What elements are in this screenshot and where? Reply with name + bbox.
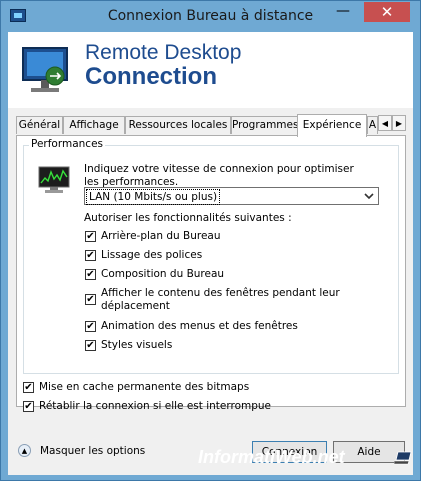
- remote-desktop-monitor-icon: [22, 47, 68, 92]
- features-prompt: Autoriser les fonctionnalités suivantes …: [84, 212, 292, 224]
- rdp-window: Connexion Bureau à distance — ✕ Remote D…: [0, 0, 421, 481]
- tab-ressources-locales[interactable]: Ressources locales: [125, 116, 231, 134]
- banner-title-line2: Connection: [85, 63, 217, 90]
- connection-speed-value: LAN (10 Mbits/s ou plus): [86, 189, 221, 205]
- laptop-icon: [394, 451, 412, 465]
- checkbox-desktop-background[interactable]: ✔: [85, 231, 96, 242]
- chevron-down-icon: [364, 193, 374, 200]
- window-title: Connexion Bureau à distance: [107, 8, 314, 24]
- tab-scroll-left-icon[interactable]: ◀: [378, 115, 392, 131]
- performance-monitor-icon: [38, 166, 70, 193]
- banner-title-line1: Remote Desktop: [85, 41, 242, 64]
- label-reconnect: Rétablir la connexion si elle est interr…: [39, 400, 272, 412]
- checkbox-font-smoothing[interactable]: ✔: [85, 250, 96, 261]
- label-font-smoothing: Lissage des polices: [101, 249, 203, 261]
- performance-group: Performances Indiquez votre vitesse de c…: [23, 138, 399, 374]
- chevron-up-icon[interactable]: ▲: [18, 444, 31, 457]
- checkbox-menu-animation[interactable]: ✔: [85, 321, 96, 332]
- checkbox-reconnect[interactable]: ✔: [23, 401, 34, 412]
- hide-options-link[interactable]: Masquer les options: [40, 445, 145, 457]
- checkbox-window-contents-drag[interactable]: ✔: [85, 294, 96, 305]
- connection-speed-select[interactable]: LAN (10 Mbits/s ou plus): [84, 187, 379, 205]
- label-window-contents-drag: Afficher le contenu des fenêtres pendant…: [101, 287, 340, 312]
- minimize-button[interactable]: —: [330, 2, 356, 22]
- checkbox-desktop-composition[interactable]: ✔: [85, 269, 96, 280]
- performance-group-title: Performances: [29, 138, 106, 150]
- watermark: InformatiWeb.net: [198, 447, 345, 467]
- label-bitmap-caching: Mise en cache permanente des bitmaps: [39, 381, 250, 393]
- tab-experience[interactable]: Expérience: [297, 114, 367, 137]
- tab-avance-partial[interactable]: A: [367, 116, 378, 134]
- experience-panel: Performances Indiquez votre vitesse de c…: [16, 135, 406, 412]
- label-desktop-background: Arrière-plan du Bureau: [101, 230, 221, 242]
- checkbox-bitmap-caching[interactable]: ✔: [23, 382, 34, 393]
- dialog-client: Remote Desktop Connection Général Affich…: [8, 32, 413, 475]
- tab-strip: Général Affichage Ressources locales Pro…: [16, 114, 406, 137]
- tab-general[interactable]: Général: [16, 116, 63, 134]
- banner: Remote Desktop Connection: [8, 32, 413, 108]
- close-button[interactable]: ✕: [364, 2, 410, 22]
- tab-programmes[interactable]: Programmes: [231, 116, 299, 134]
- label-menu-animation: Animation des menus et des fenêtres: [101, 320, 298, 332]
- title-bar[interactable]: Connexion Bureau à distance — ✕: [1, 1, 420, 33]
- checkbox-visual-styles[interactable]: ✔: [85, 340, 96, 351]
- label-visual-styles: Styles visuels: [101, 339, 173, 351]
- tab-scroll-right-icon[interactable]: ▶: [392, 115, 406, 131]
- tab-affichage[interactable]: Affichage: [63, 116, 125, 134]
- connection-speed-prompt: Indiquez votre vitesse de connexion pour…: [84, 163, 354, 188]
- label-desktop-composition: Composition du Bureau: [101, 268, 225, 280]
